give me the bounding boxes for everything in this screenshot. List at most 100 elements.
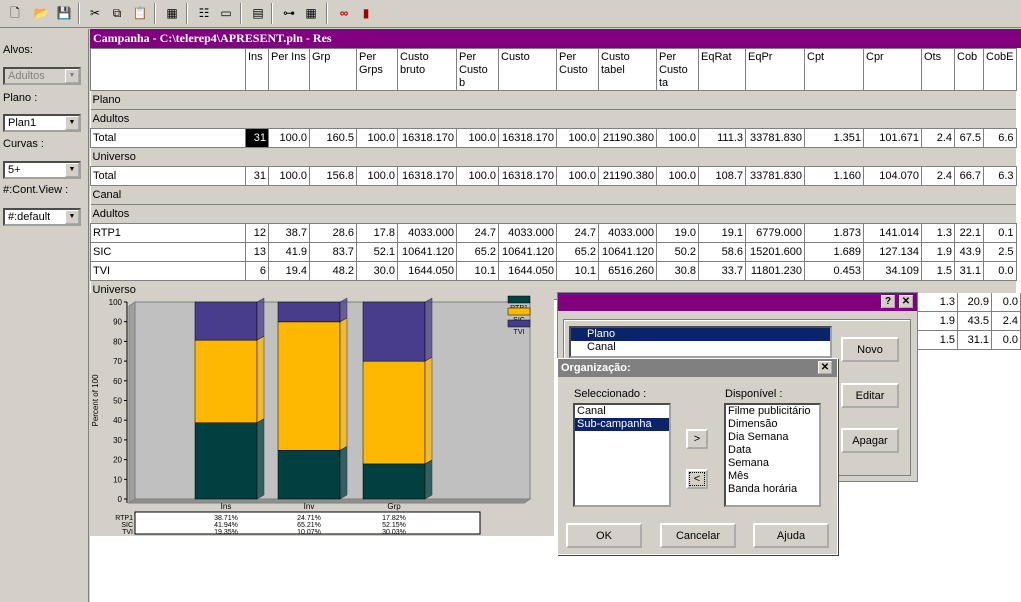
table-cell[interactable]: 160.5 <box>309 128 357 148</box>
column-header[interactable]: Cpr <box>863 48 922 91</box>
table-cell[interactable]: 52.1 <box>356 242 398 262</box>
table-cell[interactable]: 43.9 <box>954 242 984 262</box>
curvas-combo[interactable]: 5+ ▼ <box>3 161 81 179</box>
table-cell[interactable]: 10641.120 <box>598 242 657 262</box>
table-cell[interactable]: 6779.000 <box>745 223 805 243</box>
table-cell[interactable]: 1.873 <box>804 223 864 243</box>
table-cell[interactable]: 41.9 <box>268 242 310 262</box>
list-item[interactable]: Semana <box>726 457 819 470</box>
table-cell[interactable]: 58.6 <box>698 242 746 262</box>
table-cell[interactable]: 104.070 <box>863 166 922 186</box>
list-item[interactable]: Plano <box>571 328 830 341</box>
book-icon[interactable]: ▮ <box>357 4 375 22</box>
table-cell[interactable]: 100.0 <box>356 128 398 148</box>
list-item[interactable]: Dia Semana <box>726 431 819 444</box>
list-item[interactable]: Sub-campanha <box>575 418 669 431</box>
novo-button[interactable]: Novo <box>841 337 899 362</box>
table-cell[interactable]: 19.1 <box>698 223 746 243</box>
table-cell[interactable]: 6.3 <box>983 166 1017 186</box>
table-cell[interactable]: 10641.120 <box>397 242 457 262</box>
table-cell[interactable]: 4033.000 <box>397 223 457 243</box>
table-cell[interactable]: 31 <box>245 166 269 186</box>
table-cell[interactable]: 1.3 <box>921 223 955 243</box>
apagar-button[interactable]: Apagar <box>841 428 899 453</box>
table-cell[interactable]: 34.109 <box>863 261 922 281</box>
organization-listbox[interactable]: Plano Canal <box>569 326 832 358</box>
table-cell[interactable]: 24.7 <box>456 223 499 243</box>
chevron-down-icon[interactable]: ▼ <box>65 69 79 83</box>
table-cell[interactable]: 100.0 <box>656 166 699 186</box>
table-cell[interactable]: 1.5 <box>921 261 955 281</box>
table-cell[interactable]: 6.6 <box>983 128 1017 148</box>
list-item[interactable]: Mês <box>726 470 819 483</box>
table-cell[interactable]: 16318.170 <box>397 128 457 148</box>
column-header[interactable]: Per Custo <box>556 48 599 91</box>
table-cell[interactable]: 1.689 <box>804 242 864 262</box>
table-cell[interactable]: 30.0 <box>356 261 398 281</box>
table-cell[interactable]: 38.7 <box>268 223 310 243</box>
table-cell[interactable]: 100.0 <box>556 128 599 148</box>
list-item[interactable]: Filme publicitário <box>726 405 819 418</box>
table-cell[interactable]: 1.3 <box>918 293 958 312</box>
table-cell[interactable]: 111.3 <box>698 128 746 148</box>
table-cell[interactable]: 83.7 <box>309 242 357 262</box>
table-cell[interactable]: 1.160 <box>804 166 864 186</box>
table-cell[interactable]: 100.0 <box>456 128 499 148</box>
alvos-combo[interactable]: Adultos ▼ <box>3 67 81 85</box>
column-header[interactable]: EqPr <box>745 48 805 91</box>
window-icon[interactable]: ▭ <box>217 4 235 22</box>
table-cell[interactable]: 6 <box>245 261 269 281</box>
column-header[interactable]: Grp <box>309 48 357 91</box>
cut-icon[interactable]: ✂ <box>86 4 104 22</box>
table-cell[interactable]: 156.8 <box>309 166 357 186</box>
list-item[interactable]: Banda horária <box>726 483 819 496</box>
table-cell[interactable]: 101.671 <box>863 128 922 148</box>
new-icon[interactable]: 🗋 <box>6 4 24 22</box>
column-header[interactable]: Cob <box>954 48 984 91</box>
table-cell[interactable]: 16318.170 <box>498 166 557 186</box>
table-cell[interactable]: 28.6 <box>309 223 357 243</box>
table-cell[interactable]: 43.5 <box>958 312 992 331</box>
table-cell[interactable]: 100.0 <box>268 128 310 148</box>
table-cell[interactable]: 0.0 <box>992 293 1021 312</box>
column-header[interactable]: Ins <box>245 48 269 91</box>
column-header[interactable]: Per Ins <box>268 48 310 91</box>
disponivel-listbox[interactable]: Filme publicitário Dimensão Dia Semana Data… <box>724 403 821 507</box>
column-header[interactable]: Per Custo ta <box>656 48 699 91</box>
table-cell[interactable]: 10.1 <box>456 261 499 281</box>
table-cell[interactable]: 17.8 <box>356 223 398 243</box>
table-cell[interactable]: 100.0 <box>656 128 699 148</box>
list-item[interactable]: Canal <box>575 405 669 418</box>
table-cell[interactable]: 0.0 <box>992 331 1021 350</box>
column-header[interactable]: Custo bruto <box>397 48 457 91</box>
table-cell[interactable]: 11801.230 <box>745 261 805 281</box>
table-cell[interactable]: 12 <box>245 223 269 243</box>
chevron-down-icon[interactable]: ▼ <box>65 116 79 130</box>
column-header[interactable]: Ots <box>921 48 955 91</box>
table-cell[interactable]: 21190.380 <box>598 128 657 148</box>
close-button[interactable]: ✕ <box>818 361 832 374</box>
table-cell[interactable]: 33781.830 <box>745 128 805 148</box>
table-cell[interactable]: 48.2 <box>309 261 357 281</box>
list-item[interactable]: Dimensão <box>726 418 819 431</box>
column-header[interactable]: Custo <box>498 48 557 91</box>
help-button[interactable]: ? <box>881 295 895 308</box>
table-cell[interactable]: 65.2 <box>556 242 599 262</box>
table-cell[interactable]: 15201.600 <box>745 242 805 262</box>
table-cell[interactable]: 13 <box>245 242 269 262</box>
table-cell[interactable]: 20.9 <box>958 293 992 312</box>
plano-combo[interactable]: Plan1 ▼ <box>3 114 81 132</box>
table-cell[interactable]: 65.2 <box>456 242 499 262</box>
table-cell[interactable]: 1.351 <box>804 128 864 148</box>
chevron-down-icon[interactable]: ▼ <box>65 210 79 224</box>
ok-button[interactable]: OK <box>566 523 642 548</box>
move-left-button[interactable]: < <box>686 469 708 489</box>
table-cell[interactable]: 21190.380 <box>598 166 657 186</box>
properties-icon[interactable]: ☷ <box>195 4 213 22</box>
calculator-icon[interactable]: ▦ <box>163 4 181 22</box>
tree-icon[interactable]: ⊶ <box>280 4 298 22</box>
column-header[interactable]: CobE <box>983 48 1017 91</box>
table-cell[interactable]: 10641.120 <box>498 242 557 262</box>
save-icon[interactable]: 💾 <box>55 4 73 22</box>
table-cell[interactable]: 141.014 <box>863 223 922 243</box>
